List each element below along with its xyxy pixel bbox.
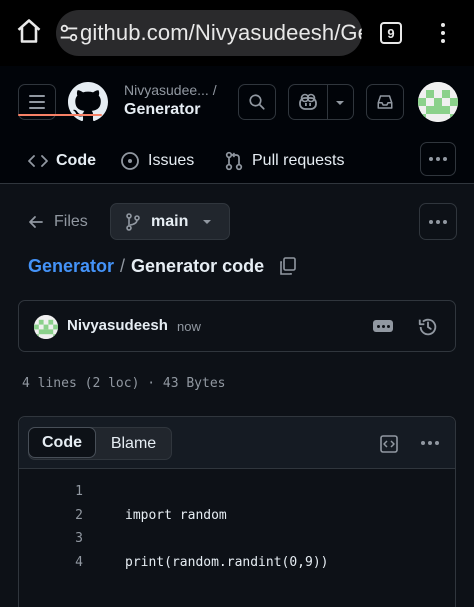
line-content: import random: [125, 507, 227, 523]
code-panel: Code Blame 1 2 import random 3 4 print(r…: [18, 416, 456, 607]
branch-selector[interactable]: main: [110, 203, 230, 240]
more-tabs-button[interactable]: [420, 142, 456, 176]
history-icon[interactable]: [417, 316, 439, 338]
repo-nav: Code Issues Pull requests: [0, 138, 474, 184]
breadcrumb: Generator / Generator code: [28, 253, 298, 279]
branch-name: main: [151, 212, 189, 230]
tab-pull-requests[interactable]: Pull requests: [224, 138, 345, 184]
file-meta: 4 lines (2 loc) · 43 Bytes: [22, 376, 226, 391]
site-settings-icon[interactable]: [58, 10, 80, 56]
file-more-options-button[interactable]: [419, 203, 457, 240]
tab-issues[interactable]: Issues: [120, 138, 194, 184]
home-icon[interactable]: [12, 14, 46, 48]
tab-code[interactable]: Code: [28, 138, 96, 184]
files-button[interactable]: Files: [28, 206, 88, 238]
commit-time: now: [177, 319, 201, 334]
copy-path-icon[interactable]: [278, 256, 298, 276]
code-line: 2 import random: [19, 504, 455, 528]
raw-view-icon[interactable]: [379, 434, 399, 454]
tab-pull-requests-label: Pull requests: [252, 152, 345, 169]
branch-icon: [125, 212, 141, 231]
copilot-button[interactable]: [288, 84, 354, 120]
active-tab-underline: [18, 114, 102, 116]
line-number[interactable]: 2: [19, 508, 83, 523]
address-bar[interactable]: github.com/Nivyasudeesh/Ge: [56, 10, 362, 56]
search-button[interactable]: [238, 84, 276, 120]
tab-code-label: Code: [56, 152, 96, 169]
breadcrumb-repo-link[interactable]: Generator: [28, 256, 114, 277]
breadcrumb-file-name: Generator code: [131, 255, 265, 276]
user-avatar[interactable]: [418, 82, 458, 122]
browser-menu-icon[interactable]: [432, 16, 454, 50]
arrow-left-icon: [28, 214, 44, 230]
browser-toolbar: github.com/Nivyasudeesh/Ge 9: [0, 0, 474, 66]
repo-name-link[interactable]: Generator: [124, 101, 200, 119]
code-line: 4 print(random.randint(0,9)): [19, 551, 455, 575]
code-more-options-icon[interactable]: [421, 441, 439, 445]
code-lines: 1 2 import random 3 4 print(random.randi…: [19, 480, 455, 574]
github-header: Nivyasudee... / Generator Code Issues Pu…: [0, 66, 474, 184]
code-panel-header: Code Blame: [19, 417, 455, 469]
issue-icon: [120, 151, 140, 171]
latest-commit-box: Nivyasudeesh now: [18, 300, 456, 352]
breadcrumb-separator: /: [120, 255, 126, 276]
blame-view-button[interactable]: Blame: [96, 428, 171, 459]
code-line: 3: [19, 527, 455, 551]
chevron-down-icon[interactable]: [335, 99, 345, 107]
inbox-button[interactable]: [366, 84, 404, 120]
line-number[interactable]: 3: [19, 531, 83, 546]
repo-owner-link[interactable]: Nivyasudee... /: [124, 82, 217, 98]
code-line: 1: [19, 480, 455, 504]
commit-author-avatar[interactable]: [34, 315, 58, 339]
inbox-icon: [376, 93, 394, 111]
line-number[interactable]: 1: [19, 484, 83, 499]
line-number[interactable]: 4: [19, 555, 83, 570]
tab-switcher-button[interactable]: 9: [380, 22, 402, 44]
commit-message-toggle-icon[interactable]: [373, 320, 393, 332]
line-content: print(random.randint(0,9)): [125, 554, 329, 570]
tab-issues-label: Issues: [148, 152, 195, 169]
search-icon: [248, 93, 266, 111]
commit-author-name[interactable]: Nivyasudeesh: [67, 317, 168, 334]
code-view-button[interactable]: Code: [28, 427, 96, 458]
view-mode-toggle: Code Blame: [28, 427, 172, 460]
github-logo-icon[interactable]: [68, 82, 108, 122]
copilot-icon: [298, 93, 318, 111]
pull-request-icon: [224, 151, 244, 171]
code-icon: [28, 153, 48, 169]
url-text[interactable]: github.com/Nivyasudeesh/Ge: [80, 20, 362, 46]
chevron-down-icon: [202, 218, 212, 226]
files-label: Files: [54, 213, 88, 230]
